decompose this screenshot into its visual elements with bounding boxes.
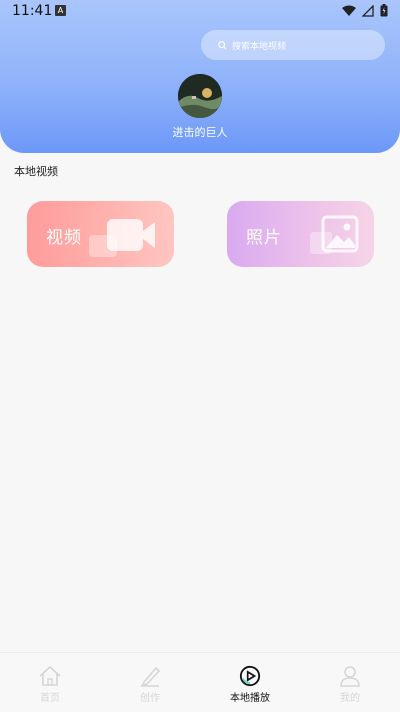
tab-home-label: 首页 [40,693,60,704]
play-circle-icon [239,665,261,687]
tab-local-play[interactable]: 本地播放 [200,653,300,712]
header: 11:41 A 搜索本地视频 进击的巨人 [0,0,400,153]
video-camera-icon [89,219,155,257]
home-icon [39,665,61,686]
photo-icon [310,215,359,254]
status-bar: 11:41 A [0,0,400,24]
video-card[interactable]: 视频 [27,201,174,267]
status-icons [342,4,388,17]
photo-card-label: 照片 [246,228,282,248]
photo-card[interactable]: 照片 [227,201,374,267]
tab-create[interactable]: 创作 [100,653,200,712]
section-title: 本地视频 [14,165,58,178]
pencil-icon [141,666,161,687]
tab-mine-label: 我的 [340,693,360,704]
username: 进击的巨人 [172,126,228,139]
tab-local-play-label: 本地播放 [230,693,270,704]
signal-icon [362,4,374,17]
avatar[interactable] [178,74,222,118]
tab-home[interactable]: 首页 [0,653,100,712]
video-card-label: 视频 [46,228,82,248]
tab-create-label: 创作 [140,693,160,704]
status-time: 11:41 [12,3,53,19]
search-input[interactable]: 搜索本地视频 [201,30,385,60]
search-icon [218,40,227,49]
search-placeholder: 搜索本地视频 [232,41,287,52]
battery-icon [380,4,388,17]
status-a-icon: A [55,5,66,16]
tab-mine[interactable]: 我的 [300,653,400,712]
wifi-icon [342,5,356,16]
user-icon [340,666,360,687]
bottom-tab-bar: 首页 创作 本地播放 我的 [0,652,400,712]
